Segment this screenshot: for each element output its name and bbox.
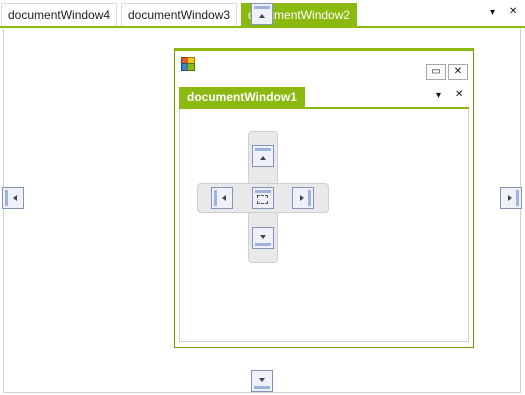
document-content-panel: [179, 109, 469, 342]
dock-guide-center-right[interactable]: [292, 187, 314, 209]
tab-documentwindow3[interactable]: documentWindow3: [121, 3, 238, 26]
dock-guide-top[interactable]: [251, 3, 273, 25]
dock-guide-bottom[interactable]: [251, 370, 273, 392]
dock-guide-right[interactable]: [500, 187, 522, 209]
dock-guide-center-left[interactable]: [211, 187, 233, 209]
dock-guide-center-bottom[interactable]: [252, 227, 274, 249]
tab-strip-underline: [0, 26, 525, 28]
window-icon: [181, 57, 195, 71]
maximize-button[interactable]: ▭: [426, 64, 446, 80]
dock-guide-center-top[interactable]: [252, 145, 274, 167]
close-button[interactable]: ✕: [448, 64, 468, 80]
dock-guide-left[interactable]: [2, 187, 24, 209]
inner-dropdown-icon[interactable]: ▾: [436, 90, 441, 102]
inner-close-icon[interactable]: ✕: [455, 89, 463, 101]
tab-documentwindow4[interactable]: documentWindow4: [1, 3, 118, 26]
dock-guide-center-fill[interactable]: [252, 187, 274, 209]
tab-list-dropdown-icon[interactable]: ▾: [490, 7, 495, 19]
tab-documentwindow1[interactable]: documentWindow1: [179, 87, 305, 108]
tab-close-icon[interactable]: ✕: [509, 6, 517, 18]
